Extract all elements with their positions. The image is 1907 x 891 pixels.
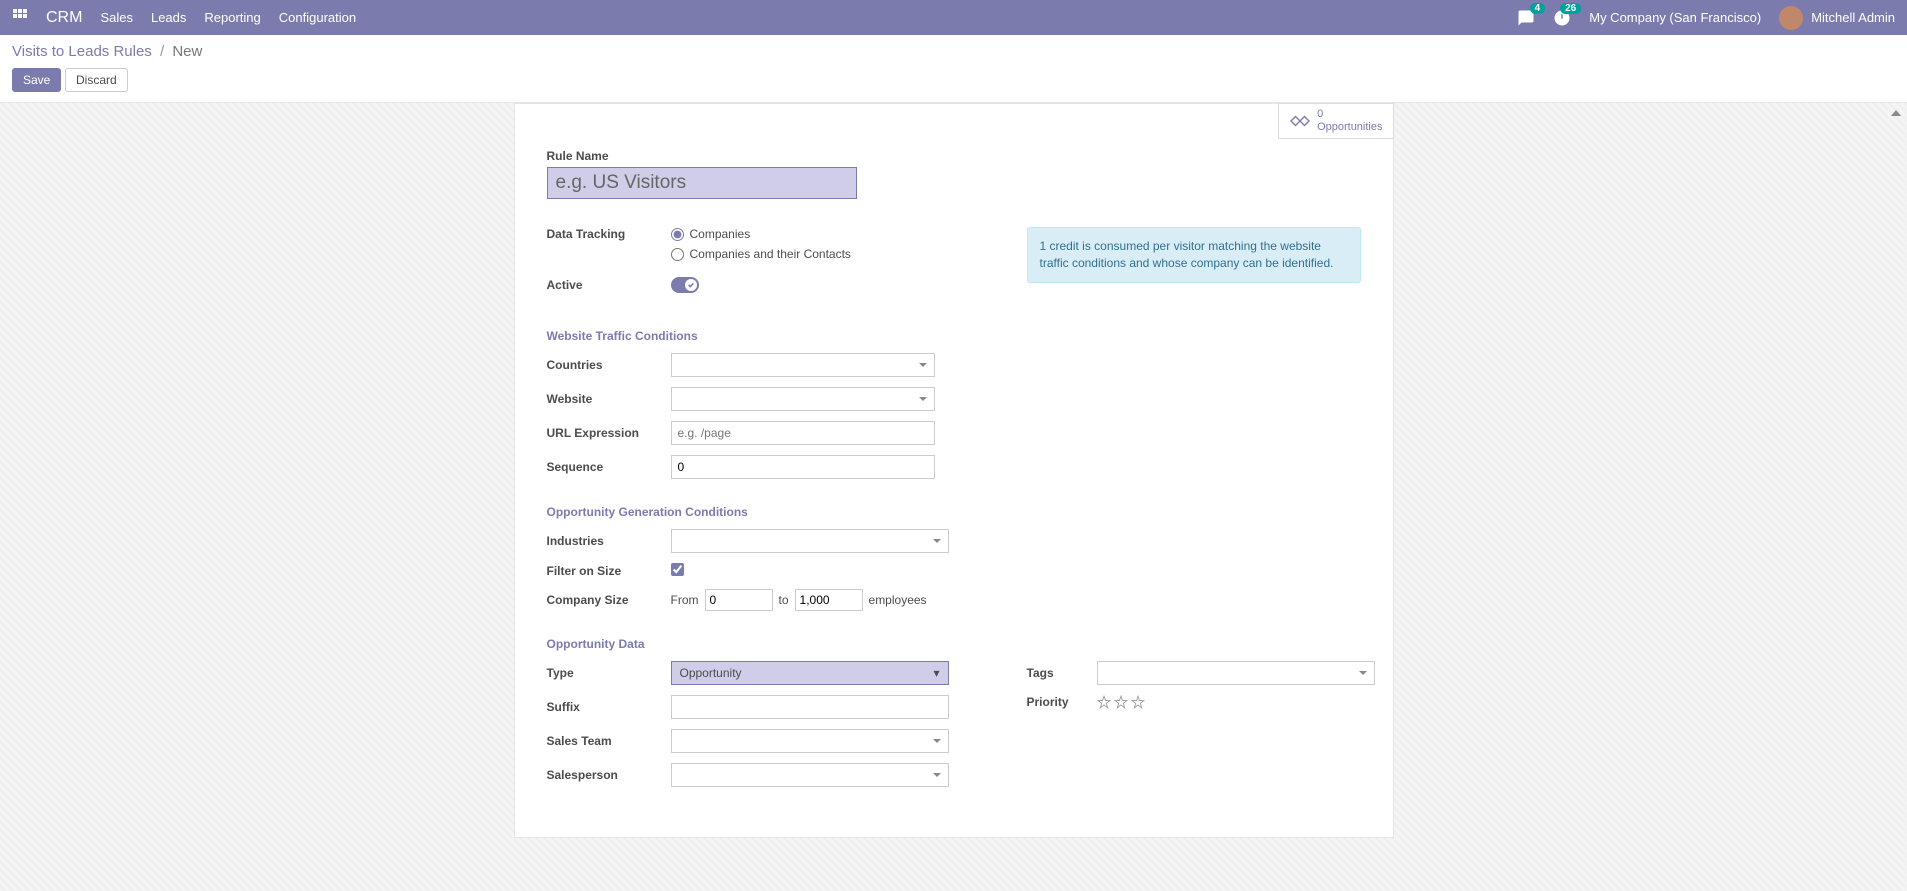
type-label: Type [547,666,671,680]
filter-size-label: Filter on Size [547,564,671,578]
salesteam-label: Sales Team [547,734,671,748]
company-switcher[interactable]: My Company (San Francisco) [1589,10,1761,25]
opportunities-stat-button[interactable]: 0 Opportunities [1278,103,1393,139]
suffix-input[interactable] [671,695,949,719]
save-button[interactable]: Save [12,68,61,92]
priority-stars[interactable] [1097,695,1375,709]
url-expression-input[interactable] [671,421,935,445]
type-select[interactable]: Opportunity ▾ [671,661,949,685]
countries-input[interactable] [671,353,935,377]
suffix-label: Suffix [547,700,671,714]
user-menu[interactable]: Mitchell Admin [1779,6,1895,30]
size-from-input[interactable] [705,589,773,611]
active-label: Active [547,278,671,292]
from-text: From [671,593,699,607]
salesteam-input[interactable] [671,729,949,753]
industries-input[interactable] [671,529,949,553]
handshake-icon [1289,112,1311,130]
salesperson-label: Salesperson [547,768,671,782]
rule-name-label: Rule Name [547,149,1361,163]
star-icon[interactable] [1131,695,1145,709]
active-toggle[interactable] [671,277,699,293]
website-input[interactable] [671,387,935,411]
section-oppdata-title: Opportunity Data [547,637,1361,651]
employees-text: employees [869,593,927,607]
filter-size-checkbox[interactable] [671,563,684,576]
nav-reporting[interactable]: Reporting [204,10,260,25]
stat-count: 0 [1317,108,1382,121]
activities-badge: 26 [1560,3,1581,14]
star-icon[interactable] [1097,695,1111,709]
radio-companies[interactable]: Companies [671,227,987,241]
star-icon[interactable] [1114,695,1128,709]
breadcrumb: Visits to Leads Rules / New [12,43,1895,60]
nav-sales[interactable]: Sales [100,10,133,25]
avatar [1779,6,1803,30]
user-name: Mitchell Admin [1811,10,1895,25]
chevron-down-icon: ▾ [933,666,939,680]
size-to-input[interactable] [795,589,863,611]
messages-badge: 4 [1530,3,1546,14]
rule-name-input[interactable] [547,167,857,199]
credit-info-alert: 1 credit is consumed per visitor matchin… [1027,227,1361,283]
priority-label: Priority [1027,695,1097,709]
section-oppgen-title: Opportunity Generation Conditions [547,505,1361,519]
industries-label: Industries [547,534,671,548]
to-text: to [779,593,789,607]
apps-icon[interactable] [12,8,28,27]
salesperson-input[interactable] [671,763,949,787]
data-tracking-label: Data Tracking [547,227,671,241]
app-title[interactable]: CRM [46,9,82,27]
form-sheet: 0 Opportunities Rule Name Data Tracking … [514,103,1394,838]
tags-label: Tags [1027,666,1097,680]
sequence-label: Sequence [547,460,671,474]
breadcrumb-sep: / [160,43,164,60]
company-size-label: Company Size [547,593,671,607]
control-panel: Visits to Leads Rules / New Save Discard [0,35,1907,103]
breadcrumb-current: New [172,43,202,60]
radio-companies-contacts[interactable]: Companies and their Contacts [671,247,987,261]
nav-leads[interactable]: Leads [151,10,186,25]
sequence-input[interactable] [671,455,935,479]
nav-configuration[interactable]: Configuration [279,10,356,25]
messages-icon[interactable]: 4 [1517,9,1535,27]
tags-input[interactable] [1097,661,1375,685]
breadcrumb-parent[interactable]: Visits to Leads Rules [12,43,152,60]
type-value: Opportunity [680,666,742,680]
website-label: Website [547,392,671,406]
url-expression-label: URL Expression [547,426,671,440]
top-navbar: CRM Sales Leads Reporting Configuration … [0,0,1907,35]
countries-label: Countries [547,358,671,372]
discard-button[interactable]: Discard [65,68,128,92]
scroll-up-icon[interactable] [1891,110,1901,116]
section-traffic-title: Website Traffic Conditions [547,329,1361,343]
activities-icon[interactable]: 26 [1553,9,1571,27]
stat-label: Opportunities [1317,121,1382,134]
